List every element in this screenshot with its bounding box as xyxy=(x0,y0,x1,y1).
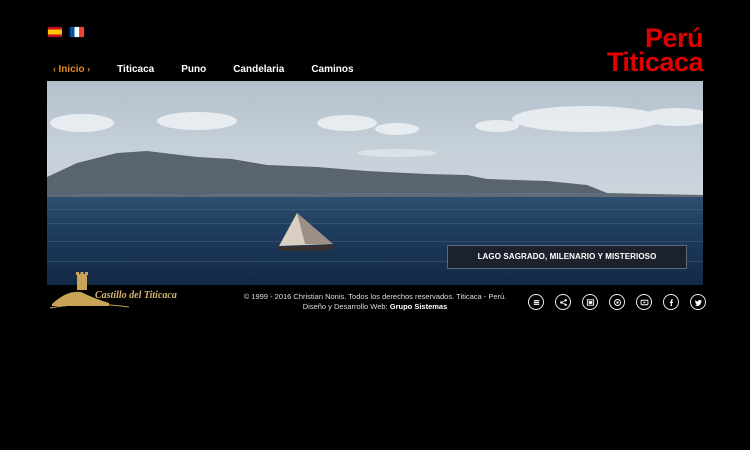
nav-label: Caminos xyxy=(311,64,354,75)
nav-item-titicaca[interactable]: Titicaca xyxy=(117,64,154,75)
hero-banner: LAGO SAGRADO, MILENARIO Y MISTERIOSO xyxy=(47,81,703,285)
nav-label: Puno xyxy=(181,64,207,75)
gallery-icon[interactable] xyxy=(582,294,598,310)
twitter-icon[interactable] xyxy=(690,294,706,310)
chevron-right-icon: › xyxy=(84,64,91,74)
logo-line2: Titicaca xyxy=(606,47,704,77)
hero-caption: LAGO SAGRADO, MILENARIO Y MISTERIOSO xyxy=(447,245,687,269)
site-logo[interactable]: Perú Titicaca xyxy=(606,25,704,77)
copyright-text: © 1999 - 2016 Christian Nonis. Todos los… xyxy=(243,292,507,301)
credits-prefix: Diseño y Desarrollo Web: xyxy=(302,302,388,311)
email-icon[interactable] xyxy=(609,294,625,310)
social-icons xyxy=(528,294,706,310)
video-icon[interactable] xyxy=(636,294,652,310)
credits: Diseño y Desarrollo Web: Grupo Sistemas xyxy=(200,302,550,312)
footer-brand-name: Castillo del Titicaca xyxy=(95,290,177,301)
nav-item-inicio[interactable]: ‹ Inicio › xyxy=(53,64,90,75)
credits-link[interactable]: Grupo Sistemas xyxy=(390,302,448,311)
french-flag-icon[interactable] xyxy=(70,27,84,37)
menu-icon[interactable] xyxy=(528,294,544,310)
nav-item-candelaria[interactable]: Candelaria xyxy=(233,64,284,75)
footer-text: © 1999 - 2016 Christian Nonis. Todos los… xyxy=(200,292,550,312)
main-nav: ‹ Inicio › Titicaca Puno Candelaria Cami… xyxy=(53,64,381,75)
nav-label: Inicio xyxy=(58,64,85,75)
share-icon[interactable] xyxy=(555,294,571,310)
nav-label: Titicaca xyxy=(117,64,155,75)
spanish-flag-icon[interactable] xyxy=(48,27,62,37)
nav-item-caminos[interactable]: Caminos xyxy=(311,64,353,75)
nav-label: Candelaria xyxy=(233,64,285,75)
nav-item-puno[interactable]: Puno xyxy=(181,64,206,75)
facebook-icon[interactable] xyxy=(663,294,679,310)
footer-brand[interactable]: Castillo del Titicaca xyxy=(47,270,192,310)
language-selector xyxy=(48,27,84,37)
